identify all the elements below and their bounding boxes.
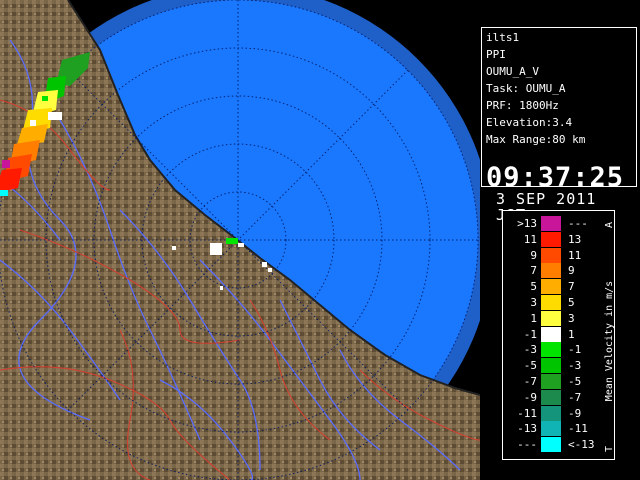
legend-swatch xyxy=(541,374,561,389)
legend-upper-bound: 13 xyxy=(568,232,582,246)
legend-upper-bound: -11 xyxy=(568,422,588,436)
legend-lower-bound: 5 xyxy=(530,280,537,294)
legend-lower-bound: 7 xyxy=(530,264,537,278)
legend-lower-bound: -7 xyxy=(523,375,537,388)
legend-lower-bound: 1 xyxy=(530,311,537,325)
legend-swatch xyxy=(541,231,561,247)
radar-site-label: ilts1 xyxy=(486,31,520,44)
legend-swatch xyxy=(541,310,561,326)
prf-label: PRF: 1800Hz xyxy=(486,99,559,112)
radar-ppi-map[interactable] xyxy=(0,0,480,480)
legend-lower-bound: >13 xyxy=(517,217,537,230)
legend-swatch xyxy=(541,405,561,421)
legend-swatch xyxy=(541,358,561,374)
legend-upper-bound: 5 xyxy=(568,296,575,309)
legend-lower-bound: 3 xyxy=(530,296,537,309)
legend-lower-bound: -13 xyxy=(517,422,537,436)
task-label: Task: OUMU_A xyxy=(486,82,566,95)
legend-swatch xyxy=(541,216,561,231)
scan-time: 09:37:25 xyxy=(486,162,625,193)
legend-swatch xyxy=(541,247,561,263)
legend-lower-bound: 9 xyxy=(530,248,537,262)
info-panel: ilts1 PPI OUMU_A_V Task: OUMU_A PRF: 180… xyxy=(481,27,637,223)
legend-swatch xyxy=(541,421,561,437)
legend-swatch xyxy=(541,263,561,279)
scan-type-label: PPI xyxy=(486,48,506,61)
legend-title: A Mean Velocity in m/s T xyxy=(604,222,615,452)
legend-swatch xyxy=(541,326,561,342)
legend-upper-bound: 9 xyxy=(568,264,575,278)
legend-upper-bound: -7 xyxy=(568,390,582,404)
legend-lower-bound: -3 xyxy=(523,343,537,357)
legend-upper-bound: -5 xyxy=(568,375,582,388)
legend-swatch xyxy=(541,279,561,295)
legend-upper-bound: <-13 xyxy=(568,438,595,452)
legend-lower-bound: --- xyxy=(517,438,537,452)
velocity-legend: >13 --- 11 13 9 11 7 9 5 7 3 5 1 3 -1 1 -3 -1 -5 -3 -7 -5 -9 -7… xyxy=(502,210,615,460)
legend-swatch xyxy=(541,342,561,358)
legend-lower-bound: 11 xyxy=(523,232,537,246)
legend-swatch xyxy=(541,295,561,310)
legend-upper-bound: -9 xyxy=(568,406,582,420)
legend-bottom-marker: T xyxy=(604,446,615,452)
legend-swatch xyxy=(541,389,561,405)
max-range-label: Max Range:80 km xyxy=(486,133,586,146)
legend-upper-bound: 3 xyxy=(568,311,575,325)
legend-lower-bound: -1 xyxy=(523,327,537,341)
legend-upper-bound: -3 xyxy=(568,359,582,373)
legend-upper-bound: --- xyxy=(568,217,588,230)
legend-upper-bound: 7 xyxy=(568,280,575,294)
legend-lower-bound: -9 xyxy=(523,390,537,404)
legend-lower-bound: -11 xyxy=(517,406,537,420)
legend-upper-bound: -1 xyxy=(568,343,582,357)
legend-top-marker: A xyxy=(604,222,615,228)
legend-swatch xyxy=(541,437,561,453)
legend-upper-bound: 1 xyxy=(568,327,575,341)
elevation-label: Elevation:3.4 xyxy=(486,116,573,129)
legend-lower-bound: -5 xyxy=(523,359,537,373)
legend-upper-bound: 11 xyxy=(568,248,582,262)
product-label: OUMU_A_V xyxy=(486,65,539,78)
legend-title-text: Mean Velocity in m/s xyxy=(604,281,615,401)
